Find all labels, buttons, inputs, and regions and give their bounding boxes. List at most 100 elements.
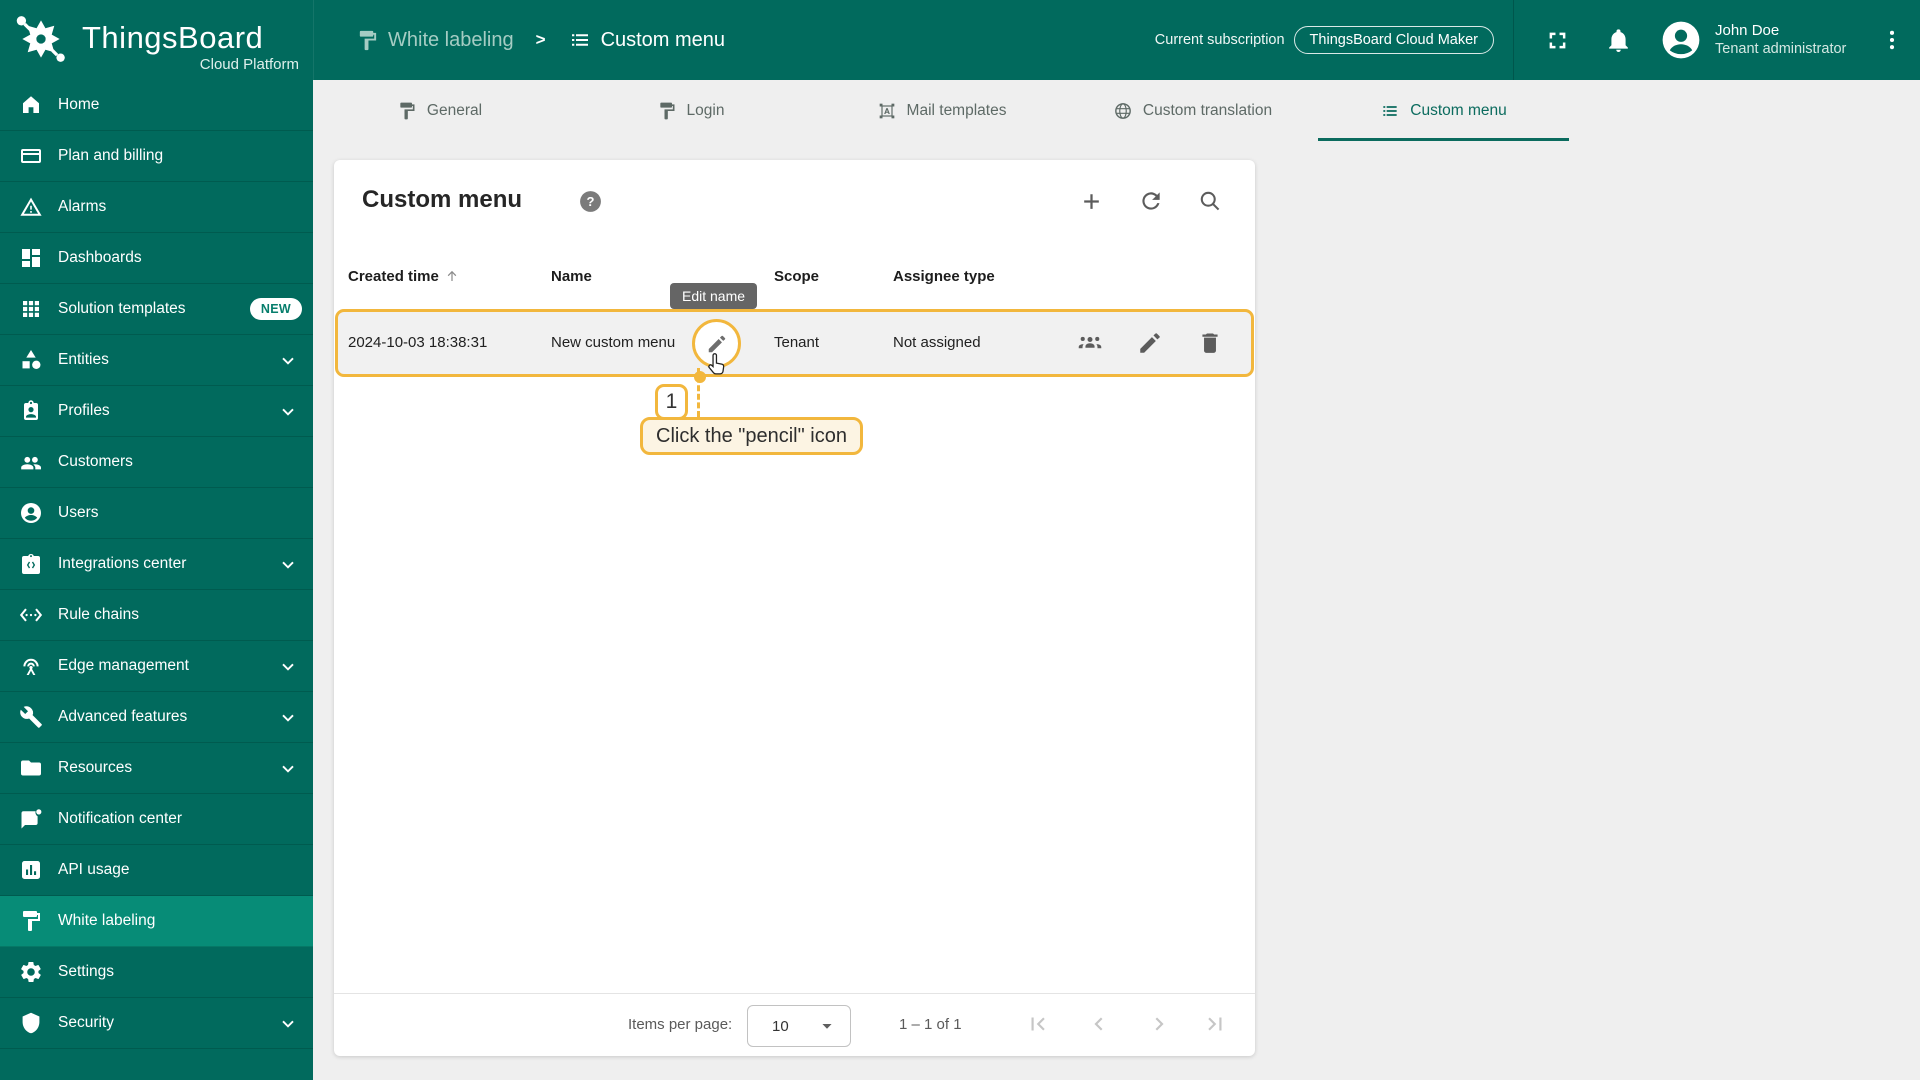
sidebar-item-security[interactable]: Security xyxy=(0,998,313,1049)
sidebar-item-label: Settings xyxy=(58,963,115,980)
name-cell: New custom menu xyxy=(551,334,676,351)
breadcrumb-parent-label: White labeling xyxy=(388,28,514,51)
page-range-label: 1 – 1 of 1 xyxy=(899,1016,962,1033)
chevron-down-icon xyxy=(278,758,298,778)
sidebar-item-label: Alarms xyxy=(58,198,107,215)
column-header-created-time[interactable]: Created time xyxy=(348,258,460,294)
sidebar-item-label: Solution templates xyxy=(58,300,186,317)
sidebar-item-alarms[interactable]: Alarms xyxy=(0,182,313,233)
tab-mail-templates[interactable]: Mail templates xyxy=(816,80,1067,141)
sidebar-item-entities[interactable]: Entities xyxy=(0,335,313,386)
page-size-select[interactable]: 10 xyxy=(747,1005,851,1047)
annotation-instruction-label: Click the "pencil" icon xyxy=(640,417,863,455)
next-page-button[interactable] xyxy=(1146,1011,1172,1037)
integration-icon xyxy=(19,552,43,576)
tab-general[interactable]: General xyxy=(314,80,565,141)
settings-gear-icon xyxy=(19,960,43,984)
format-paint-icon xyxy=(397,101,417,121)
sidebar-item-label: Entities xyxy=(58,351,109,368)
app-logo[interactable]: ThingsBoard Cloud Platform xyxy=(0,0,314,80)
brand-name: ThingsBoard xyxy=(82,20,264,55)
column-header-name[interactable]: Name xyxy=(551,258,592,294)
chevron-down-icon xyxy=(278,656,298,676)
last-page-button[interactable] xyxy=(1202,1011,1228,1037)
chevron-right-icon xyxy=(1146,1011,1172,1037)
add-custom-menu-button[interactable] xyxy=(1078,188,1105,215)
breadcrumb: White labeling > Custom menu xyxy=(356,0,725,80)
breadcrumb-white-labeling[interactable]: White labeling xyxy=(356,29,514,52)
breadcrumb-custom-menu: Custom menu xyxy=(568,28,726,52)
table-row[interactable]: 2024-10-03 18:38:31 New custom menu Tenant… xyxy=(335,309,1254,377)
text-box-icon xyxy=(877,101,897,121)
list-menu-icon xyxy=(1380,101,1400,121)
sidebar-item-solution-templates[interactable]: Solution templates NEW xyxy=(0,284,313,335)
more-vert-icon xyxy=(1879,27,1905,53)
edit-row-button[interactable] xyxy=(1137,330,1163,361)
sidebar-item-advanced-features[interactable]: Advanced features xyxy=(0,692,313,743)
column-header-assignee-type[interactable]: Assignee type xyxy=(893,258,995,294)
sidebar-item-customers[interactable]: Customers xyxy=(0,437,313,488)
tab-label: Login xyxy=(686,101,725,119)
sidebar-item-label: Security xyxy=(58,1014,114,1031)
page-title: Custom menu xyxy=(362,186,523,213)
tab-login[interactable]: Login xyxy=(565,80,816,141)
items-per-page-label: Items per page: xyxy=(628,1016,733,1033)
sidebar-item-api-usage[interactable]: API usage xyxy=(0,845,313,896)
sidebar-item-settings[interactable]: Settings xyxy=(0,947,313,998)
thingsboard-app: ThingsBoard Cloud Platform White labelin… xyxy=(0,0,1920,1080)
tab-label: General xyxy=(426,101,483,119)
chevron-down-icon xyxy=(278,554,298,574)
sidebar-item-label: Notification center xyxy=(58,810,183,827)
fullscreen-button[interactable] xyxy=(1544,27,1571,54)
chevron-left-icon xyxy=(1086,1011,1112,1037)
sidebar-item-users[interactable]: Users xyxy=(0,488,313,539)
sidebar-item-label: Plan and billing xyxy=(58,147,164,164)
dashboard-icon xyxy=(19,246,43,270)
sidebar-item-label: Customers xyxy=(58,453,133,470)
created-time-cell: 2024-10-03 18:38:31 xyxy=(348,334,488,351)
sidebar-item-home[interactable]: Home xyxy=(0,80,313,131)
refresh-button[interactable] xyxy=(1138,188,1164,214)
sidebar-item-plan-and-billing[interactable]: Plan and billing xyxy=(0,131,313,182)
sidebar-item-label: Home xyxy=(58,96,100,113)
user-role: Tenant administrator xyxy=(1715,41,1847,57)
sidebar-item-resources[interactable]: Resources xyxy=(0,743,313,794)
top-header: ThingsBoard Cloud Platform White labelin… xyxy=(0,0,1920,80)
user-info[interactable]: John Doe Tenant administrator xyxy=(1715,21,1847,59)
sidebar-item-integrations-center[interactable]: Integrations center xyxy=(0,539,313,590)
sidebar-item-label: Profiles xyxy=(58,402,110,419)
sidebar-item-white-labeling[interactable]: White labeling xyxy=(0,896,313,947)
sidebar-item-notification-center[interactable]: Notification center xyxy=(0,794,313,845)
build-icon xyxy=(19,705,43,729)
column-header-scope[interactable]: Scope xyxy=(774,258,819,294)
subscription-plan-button[interactable]: ThingsBoard Cloud Maker xyxy=(1293,26,1494,54)
sidebar-item-profiles[interactable]: Profiles xyxy=(0,386,313,437)
sidebar-item-dashboards[interactable]: Dashboards xyxy=(0,233,313,284)
avatar-icon xyxy=(1660,19,1702,61)
custom-menu-panel: Custom menu ? Created time Name Scope Assig… xyxy=(334,160,1255,1056)
search-button[interactable] xyxy=(1197,188,1222,213)
mouse-cursor-icon xyxy=(704,352,730,387)
notifications-button[interactable] xyxy=(1605,27,1632,54)
refresh-icon xyxy=(1138,188,1164,214)
shield-icon xyxy=(19,1011,43,1035)
trash-icon xyxy=(1197,330,1223,361)
sidebar-item-edge-management[interactable]: Edge management xyxy=(0,641,313,692)
svg-text:?: ? xyxy=(587,194,595,209)
plus-icon xyxy=(1078,188,1105,215)
list-icon xyxy=(568,28,592,52)
tab-custom-menu[interactable]: Custom menu xyxy=(1318,80,1569,141)
tab-custom-translation[interactable]: Custom translation xyxy=(1067,80,1318,141)
first-page-button[interactable] xyxy=(1025,1011,1051,1037)
help-icon[interactable]: ? xyxy=(578,189,603,214)
delete-row-button[interactable] xyxy=(1197,330,1223,361)
account-circle-icon xyxy=(19,501,43,525)
breadcrumb-current-label: Custom menu xyxy=(600,28,726,51)
home-icon xyxy=(19,93,43,117)
manage-users-button[interactable] xyxy=(1077,330,1103,361)
previous-page-button[interactable] xyxy=(1086,1011,1112,1037)
chevron-down-icon xyxy=(278,1013,298,1033)
more-menu-button[interactable] xyxy=(1879,27,1905,53)
user-avatar[interactable] xyxy=(1660,19,1702,61)
sidebar-item-rule-chains[interactable]: Rule chains xyxy=(0,590,313,641)
